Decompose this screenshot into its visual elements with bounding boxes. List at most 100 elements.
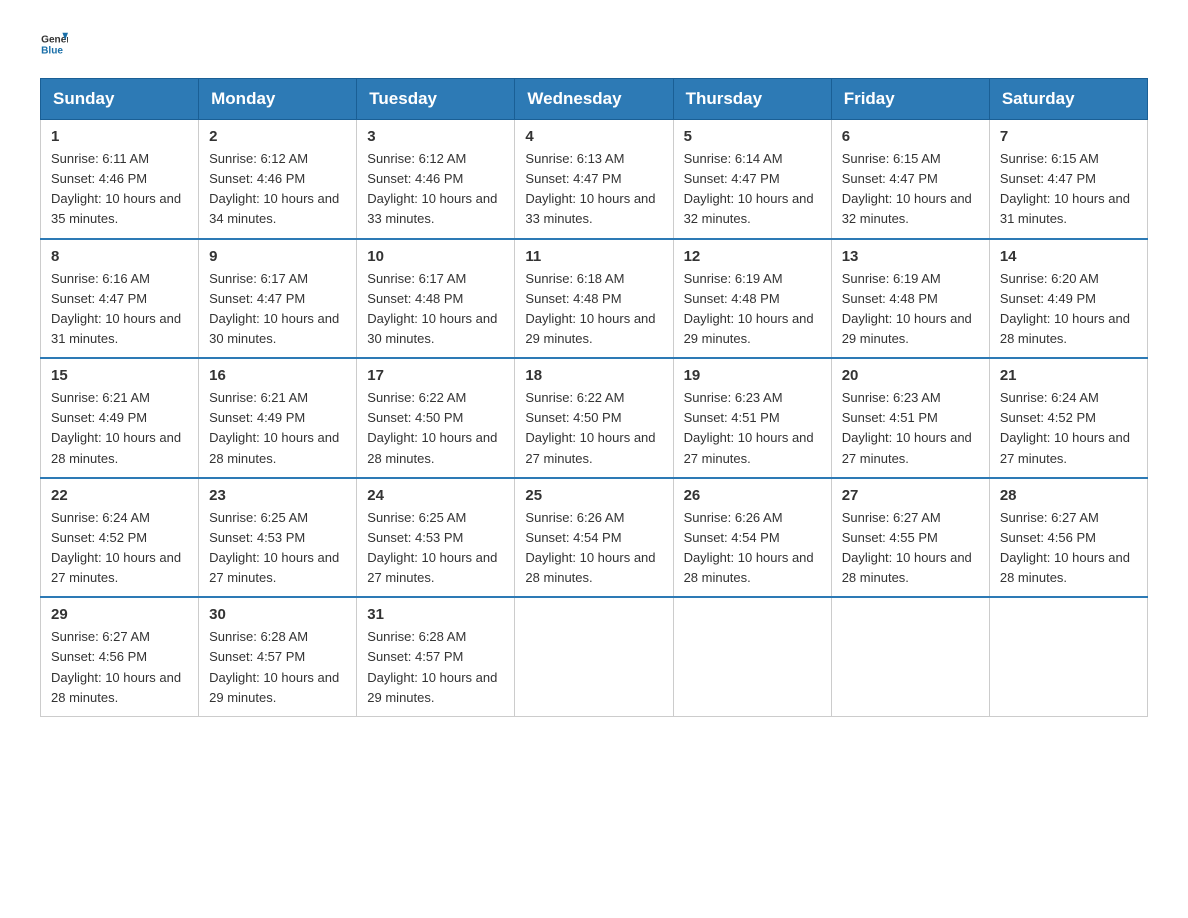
day-number: 12 xyxy=(684,248,821,265)
logo: General Blue xyxy=(40,30,72,58)
day-number: 2 xyxy=(209,128,346,145)
day-info: Sunrise: 6:20 AM Sunset: 4:49 PM Dayligh… xyxy=(1000,269,1137,350)
calendar-empty-cell xyxy=(673,597,831,716)
day-info: Sunrise: 6:23 AM Sunset: 4:51 PM Dayligh… xyxy=(842,388,979,469)
day-info: Sunrise: 6:12 AM Sunset: 4:46 PM Dayligh… xyxy=(367,149,504,230)
day-number: 16 xyxy=(209,367,346,384)
day-number: 6 xyxy=(842,128,979,145)
calendar-empty-cell xyxy=(989,597,1147,716)
calendar-day-cell: 12 Sunrise: 6:19 AM Sunset: 4:48 PM Dayl… xyxy=(673,239,831,359)
day-info: Sunrise: 6:19 AM Sunset: 4:48 PM Dayligh… xyxy=(684,269,821,350)
day-info: Sunrise: 6:27 AM Sunset: 4:55 PM Dayligh… xyxy=(842,508,979,589)
calendar-day-cell: 25 Sunrise: 6:26 AM Sunset: 4:54 PM Dayl… xyxy=(515,478,673,598)
calendar-week-row: 29 Sunrise: 6:27 AM Sunset: 4:56 PM Dayl… xyxy=(41,597,1148,716)
calendar-day-cell: 10 Sunrise: 6:17 AM Sunset: 4:48 PM Dayl… xyxy=(357,239,515,359)
day-info: Sunrise: 6:21 AM Sunset: 4:49 PM Dayligh… xyxy=(209,388,346,469)
day-number: 30 xyxy=(209,606,346,623)
day-info: Sunrise: 6:12 AM Sunset: 4:46 PM Dayligh… xyxy=(209,149,346,230)
calendar-empty-cell xyxy=(831,597,989,716)
calendar-week-row: 1 Sunrise: 6:11 AM Sunset: 4:46 PM Dayli… xyxy=(41,120,1148,239)
day-info: Sunrise: 6:25 AM Sunset: 4:53 PM Dayligh… xyxy=(367,508,504,589)
day-info: Sunrise: 6:26 AM Sunset: 4:54 PM Dayligh… xyxy=(684,508,821,589)
logo-icon: General Blue xyxy=(40,30,68,58)
day-number: 27 xyxy=(842,487,979,504)
day-number: 3 xyxy=(367,128,504,145)
day-info: Sunrise: 6:15 AM Sunset: 4:47 PM Dayligh… xyxy=(1000,149,1137,230)
day-number: 4 xyxy=(525,128,662,145)
day-info: Sunrise: 6:24 AM Sunset: 4:52 PM Dayligh… xyxy=(51,508,188,589)
calendar-day-cell: 17 Sunrise: 6:22 AM Sunset: 4:50 PM Dayl… xyxy=(357,358,515,478)
page-header: General Blue xyxy=(40,30,1148,58)
calendar-empty-cell xyxy=(515,597,673,716)
calendar-day-cell: 1 Sunrise: 6:11 AM Sunset: 4:46 PM Dayli… xyxy=(41,120,199,239)
day-info: Sunrise: 6:24 AM Sunset: 4:52 PM Dayligh… xyxy=(1000,388,1137,469)
day-header-monday: Monday xyxy=(199,79,357,120)
calendar-week-row: 15 Sunrise: 6:21 AM Sunset: 4:49 PM Dayl… xyxy=(41,358,1148,478)
calendar-day-cell: 9 Sunrise: 6:17 AM Sunset: 4:47 PM Dayli… xyxy=(199,239,357,359)
calendar-week-row: 22 Sunrise: 6:24 AM Sunset: 4:52 PM Dayl… xyxy=(41,478,1148,598)
day-info: Sunrise: 6:27 AM Sunset: 4:56 PM Dayligh… xyxy=(51,627,188,708)
calendar-day-cell: 29 Sunrise: 6:27 AM Sunset: 4:56 PM Dayl… xyxy=(41,597,199,716)
calendar-day-cell: 6 Sunrise: 6:15 AM Sunset: 4:47 PM Dayli… xyxy=(831,120,989,239)
day-info: Sunrise: 6:22 AM Sunset: 4:50 PM Dayligh… xyxy=(367,388,504,469)
day-info: Sunrise: 6:23 AM Sunset: 4:51 PM Dayligh… xyxy=(684,388,821,469)
day-number: 22 xyxy=(51,487,188,504)
calendar-table: SundayMondayTuesdayWednesdayThursdayFrid… xyxy=(40,78,1148,717)
day-number: 9 xyxy=(209,248,346,265)
calendar-day-cell: 18 Sunrise: 6:22 AM Sunset: 4:50 PM Dayl… xyxy=(515,358,673,478)
day-number: 15 xyxy=(51,367,188,384)
day-number: 5 xyxy=(684,128,821,145)
calendar-day-cell: 27 Sunrise: 6:27 AM Sunset: 4:55 PM Dayl… xyxy=(831,478,989,598)
day-number: 10 xyxy=(367,248,504,265)
calendar-day-cell: 19 Sunrise: 6:23 AM Sunset: 4:51 PM Dayl… xyxy=(673,358,831,478)
calendar-week-row: 8 Sunrise: 6:16 AM Sunset: 4:47 PM Dayli… xyxy=(41,239,1148,359)
day-number: 25 xyxy=(525,487,662,504)
day-header-sunday: Sunday xyxy=(41,79,199,120)
day-number: 17 xyxy=(367,367,504,384)
day-number: 24 xyxy=(367,487,504,504)
day-number: 18 xyxy=(525,367,662,384)
day-number: 14 xyxy=(1000,248,1137,265)
calendar-day-cell: 21 Sunrise: 6:24 AM Sunset: 4:52 PM Dayl… xyxy=(989,358,1147,478)
day-number: 21 xyxy=(1000,367,1137,384)
calendar-day-cell: 26 Sunrise: 6:26 AM Sunset: 4:54 PM Dayl… xyxy=(673,478,831,598)
day-number: 13 xyxy=(842,248,979,265)
day-info: Sunrise: 6:22 AM Sunset: 4:50 PM Dayligh… xyxy=(525,388,662,469)
calendar-day-cell: 23 Sunrise: 6:25 AM Sunset: 4:53 PM Dayl… xyxy=(199,478,357,598)
day-info: Sunrise: 6:17 AM Sunset: 4:48 PM Dayligh… xyxy=(367,269,504,350)
day-info: Sunrise: 6:21 AM Sunset: 4:49 PM Dayligh… xyxy=(51,388,188,469)
day-info: Sunrise: 6:11 AM Sunset: 4:46 PM Dayligh… xyxy=(51,149,188,230)
day-info: Sunrise: 6:14 AM Sunset: 4:47 PM Dayligh… xyxy=(684,149,821,230)
day-header-thursday: Thursday xyxy=(673,79,831,120)
svg-text:Blue: Blue xyxy=(41,46,63,57)
day-info: Sunrise: 6:16 AM Sunset: 4:47 PM Dayligh… xyxy=(51,269,188,350)
day-info: Sunrise: 6:28 AM Sunset: 4:57 PM Dayligh… xyxy=(209,627,346,708)
day-number: 23 xyxy=(209,487,346,504)
day-header-wednesday: Wednesday xyxy=(515,79,673,120)
day-number: 1 xyxy=(51,128,188,145)
calendar-day-cell: 24 Sunrise: 6:25 AM Sunset: 4:53 PM Dayl… xyxy=(357,478,515,598)
day-number: 8 xyxy=(51,248,188,265)
day-number: 31 xyxy=(367,606,504,623)
calendar-day-cell: 30 Sunrise: 6:28 AM Sunset: 4:57 PM Dayl… xyxy=(199,597,357,716)
calendar-header-row: SundayMondayTuesdayWednesdayThursdayFrid… xyxy=(41,79,1148,120)
calendar-day-cell: 7 Sunrise: 6:15 AM Sunset: 4:47 PM Dayli… xyxy=(989,120,1147,239)
day-info: Sunrise: 6:28 AM Sunset: 4:57 PM Dayligh… xyxy=(367,627,504,708)
calendar-day-cell: 16 Sunrise: 6:21 AM Sunset: 4:49 PM Dayl… xyxy=(199,358,357,478)
calendar-day-cell: 5 Sunrise: 6:14 AM Sunset: 4:47 PM Dayli… xyxy=(673,120,831,239)
calendar-day-cell: 20 Sunrise: 6:23 AM Sunset: 4:51 PM Dayl… xyxy=(831,358,989,478)
calendar-day-cell: 8 Sunrise: 6:16 AM Sunset: 4:47 PM Dayli… xyxy=(41,239,199,359)
day-info: Sunrise: 6:19 AM Sunset: 4:48 PM Dayligh… xyxy=(842,269,979,350)
day-info: Sunrise: 6:27 AM Sunset: 4:56 PM Dayligh… xyxy=(1000,508,1137,589)
day-info: Sunrise: 6:17 AM Sunset: 4:47 PM Dayligh… xyxy=(209,269,346,350)
calendar-day-cell: 4 Sunrise: 6:13 AM Sunset: 4:47 PM Dayli… xyxy=(515,120,673,239)
day-header-tuesday: Tuesday xyxy=(357,79,515,120)
calendar-day-cell: 22 Sunrise: 6:24 AM Sunset: 4:52 PM Dayl… xyxy=(41,478,199,598)
calendar-day-cell: 3 Sunrise: 6:12 AM Sunset: 4:46 PM Dayli… xyxy=(357,120,515,239)
day-number: 7 xyxy=(1000,128,1137,145)
day-number: 26 xyxy=(684,487,821,504)
day-info: Sunrise: 6:26 AM Sunset: 4:54 PM Dayligh… xyxy=(525,508,662,589)
day-number: 28 xyxy=(1000,487,1137,504)
day-number: 29 xyxy=(51,606,188,623)
day-info: Sunrise: 6:18 AM Sunset: 4:48 PM Dayligh… xyxy=(525,269,662,350)
